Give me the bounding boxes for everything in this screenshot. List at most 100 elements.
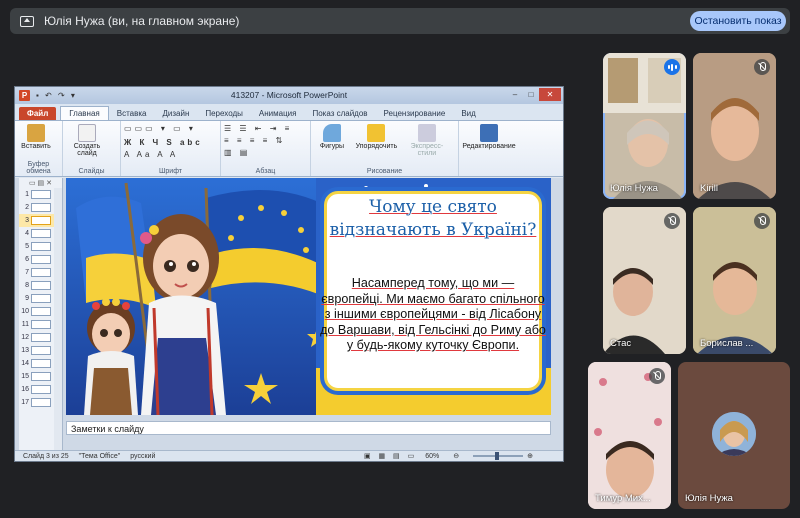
arrange-icon	[367, 124, 386, 142]
slide-number: 12	[21, 334, 29, 341]
quick-styles-button[interactable]: Экспресс-стили	[403, 124, 451, 157]
shapes-label: Фигуры	[319, 143, 345, 150]
slide-number: 16	[21, 386, 29, 393]
paste-icon	[27, 124, 45, 142]
tab-insert[interactable]: Вставка	[109, 107, 155, 120]
slide-thumbnail-preview	[31, 398, 51, 407]
slide-thumbnail-preview	[31, 268, 51, 277]
avatar	[712, 412, 756, 456]
slides-scrollbar[interactable]	[54, 188, 62, 451]
zoom-slider[interactable]	[473, 452, 524, 460]
new-slide-button[interactable]: Создать слайд	[66, 124, 108, 157]
tab-slideshow[interactable]: Показ слайдов	[304, 107, 375, 120]
minimize-icon[interactable]: –	[507, 88, 523, 101]
group-font: ▭▭▭ ▾ ▭ ▾ Ж К Ч S abc A Aa A A Шрифт	[121, 121, 221, 176]
slide-counter: Слайд 3 из 25	[23, 452, 69, 460]
paste-button[interactable]: Вставить	[18, 124, 54, 150]
group-label-font: Шрифт	[158, 168, 183, 175]
slide-number: 9	[25, 295, 29, 302]
new-slide-label: Создать слайд	[73, 143, 101, 157]
quick-styles-icon	[417, 124, 436, 142]
title-bar: P ▪ ↶ ↷ ▾ 413207 - Microsoft PowerPoint …	[15, 87, 563, 104]
arrange-label: Упорядочить	[355, 143, 398, 150]
participant-tile[interactable]: Борислав ...	[693, 207, 776, 354]
tab-animation[interactable]: Анимация	[251, 107, 305, 120]
theme-name: "Тема Office"	[78, 452, 121, 460]
slide-number: 6	[25, 256, 29, 263]
list-buttons[interactable]: ☰ ☰ ⇤ ⇥ ≡	[224, 124, 307, 136]
slide-thumbnail-preview	[31, 385, 51, 394]
slide-number: 8	[25, 282, 29, 289]
paste-label: Вставить	[21, 143, 51, 150]
slides-panel[interactable]: ▭ ▤ ✕ 1 2 3 4 5 6 7 8 9 10 11 12 13 14 15 16 17	[19, 178, 63, 451]
language[interactable]: русский	[130, 453, 155, 460]
presenting-label: Юлія Нужа (ви, на главном экране)	[44, 14, 240, 28]
slide-thumbnail-preview	[31, 359, 51, 368]
participant-tile[interactable]: Kirill	[693, 53, 776, 199]
mic-off-icon	[754, 213, 770, 229]
font-style-buttons[interactable]: Ж К Ч S abc	[124, 138, 217, 150]
slide-number: 3	[25, 217, 29, 224]
participant-name: Тимур Мих...	[595, 493, 651, 504]
mic-off-icon	[754, 59, 770, 75]
zoom-level[interactable]: 60%	[425, 453, 439, 460]
ribbon-tabs: Файл Главная Вставка Дизайн Переходы Ани…	[15, 104, 563, 120]
group-editing: Редактирование	[459, 121, 519, 176]
participant-tile[interactable]: Юлія Нужа	[603, 53, 686, 199]
tab-transitions[interactable]: Переходы	[197, 107, 251, 120]
tab-review[interactable]: Рецензирование	[376, 107, 454, 120]
slide-thumbnail-preview	[31, 294, 51, 303]
tab-file[interactable]: Файл	[19, 107, 57, 120]
mic-off-icon	[664, 213, 680, 229]
participant-name: Юлія Нужа	[610, 183, 658, 194]
slide-thumbnail-preview	[31, 242, 51, 251]
align-buttons[interactable]: ≡ ≡ ≡ ≡ ⇅	[224, 136, 307, 148]
slide-canvas[interactable]: Чому це свято відзначають в Україні? Нас…	[66, 178, 551, 415]
column-buttons[interactable]: ▥ ▤	[224, 148, 307, 160]
group-label-drawing: Рисование	[366, 168, 403, 175]
slide-thumbnail-preview	[31, 346, 51, 355]
work-area: ▭ ▤ ✕ 1 2 3 4 5 6 7 8 9 10 11 12 13 14 15 16 17	[15, 178, 563, 451]
slide-thumbnail-preview	[31, 333, 51, 342]
font-name-box[interactable]: ▭▭▭ ▾ ▭ ▾	[124, 124, 217, 138]
shapes-button[interactable]: Фигуры	[314, 124, 350, 150]
participant-tile[interactable]: Стас	[603, 207, 686, 354]
slide-body-text: Насамперед тому, що ми — європейці. Ми м…	[320, 276, 546, 353]
video-feed	[693, 53, 776, 199]
slide-number: 7	[25, 269, 29, 276]
quick-access-toolbar[interactable]: ▪ ↶ ↷ ▾	[36, 91, 77, 100]
maximize-icon[interactable]: □	[523, 88, 539, 101]
editing-label: Редактирование	[462, 143, 516, 150]
zoom-out-icon[interactable]: ⊖	[453, 452, 459, 460]
slide-number: 5	[25, 243, 29, 250]
participant-tile[interactable]: Юлія Нужа	[678, 362, 790, 509]
slide-number: 17	[21, 399, 29, 406]
video-feed	[603, 53, 686, 199]
zoom-slider-knob[interactable]	[495, 452, 500, 460]
tab-view[interactable]: Вид	[453, 107, 483, 120]
tab-design[interactable]: Дизайн	[154, 107, 197, 120]
slide-notes[interactable]: Заметки к слайду	[66, 421, 551, 435]
participant-tile[interactable]: Тимур Мих...	[588, 362, 671, 509]
participant-name: Kirill	[700, 183, 718, 194]
slide-thumbnail-preview	[31, 372, 51, 381]
video-feed	[588, 362, 671, 509]
slide-thumbnail-preview	[31, 229, 51, 238]
close-icon[interactable]: ✕	[539, 88, 561, 101]
powerpoint-logo-icon[interactable]: P	[19, 90, 30, 101]
slide-thumbnail-preview	[31, 216, 51, 225]
slide-thumbnail-preview	[31, 307, 51, 316]
font-size-buttons[interactable]: A Aa A A	[124, 150, 217, 162]
slide-heading: Чому це свято відзначають в Україні?	[329, 197, 537, 240]
slide-thumbnail-preview	[31, 203, 51, 212]
group-label-clipboard: Буфер обмена	[26, 161, 51, 175]
slides-panel-tabs[interactable]: ▭ ▤ ✕	[19, 178, 62, 188]
group-label-slides: Слайды	[78, 168, 105, 175]
stop-presenting-button[interactable]: Остановить показ	[690, 11, 786, 31]
view-buttons[interactable]: ▣ ▦ ▤ ▭	[364, 452, 417, 460]
editing-button[interactable]: Редактирование	[462, 124, 516, 150]
arrange-button[interactable]: Упорядочить	[354, 124, 398, 150]
tab-home[interactable]: Главная	[60, 106, 109, 120]
ribbon: Вставить Буфер обмена Создать слайд Слай…	[15, 120, 563, 177]
zoom-in-icon[interactable]: ⊕	[527, 452, 533, 460]
